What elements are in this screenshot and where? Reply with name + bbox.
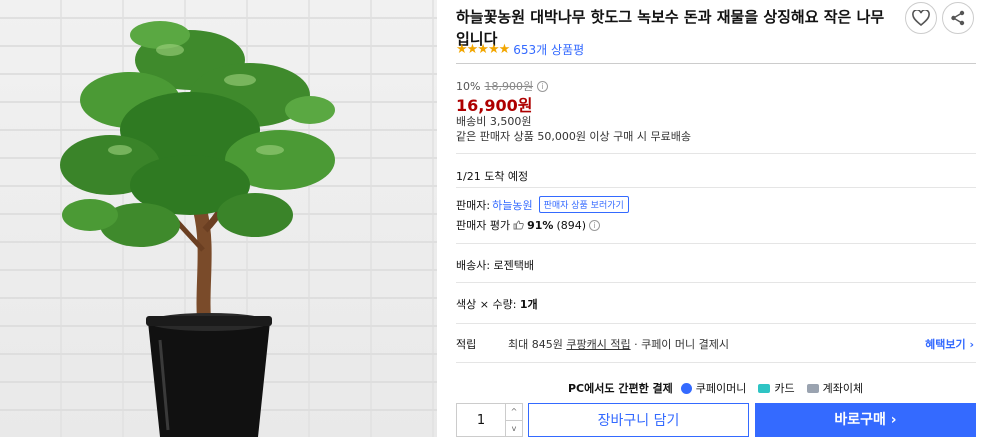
rating-stars: ★★★★★ [456, 42, 510, 57]
seller-row: 판매자: 하늘농원 판매자 상품 보러가기 [456, 196, 629, 213]
share-icon [951, 10, 965, 26]
easy-pay-label: PC에서도 간편한 결제 [568, 382, 673, 395]
option-row: 색상 × 수량: 1개 [456, 296, 538, 312]
delivery-company: 배송사: 로젠택배 [456, 259, 535, 272]
seller-products-button[interactable]: 판매자 상품 보러가기 [538, 196, 629, 213]
quantity-arrows: ^ v [505, 404, 522, 436]
seller-score-row: 판매자 평가 91% (894) i [456, 217, 601, 233]
option-value: 1개 [519, 298, 538, 311]
quantity-down-button[interactable]: v [506, 421, 522, 437]
info-icon[interactable]: i [537, 80, 549, 92]
quantity-stepper[interactable]: 1 ^ v [456, 403, 523, 437]
divider [456, 243, 976, 244]
share-button[interactable] [942, 2, 974, 34]
divider [456, 187, 976, 188]
seller-name-link[interactable]: 하늘농원 [492, 197, 532, 213]
reward-label: 적립 [456, 338, 477, 351]
product-image[interactable] [0, 0, 437, 437]
divider [456, 63, 976, 64]
quantity-input[interactable]: 1 [457, 404, 505, 436]
pay-method[interactable]: 카드 [774, 380, 794, 396]
rating-row: ★★★★★ 653개 상품평 [456, 41, 584, 58]
buy-now-button[interactable]: 바로구매 › [755, 403, 976, 437]
wishlist-button[interactable] [905, 2, 937, 34]
divider [456, 362, 976, 363]
review-count-link[interactable]: 653개 상품평 [513, 41, 584, 58]
reward-row: 적립 최대 845원 쿠팡캐시 적립 · 쿠페이 머니 결제시 혜택보기 › [456, 336, 976, 352]
product-info-panel: 하늘꽃농원 대박나무 핫도그 녹보수 돈과 재물을 상징해요 작은 나무입니다 … [456, 0, 976, 437]
pay-method[interactable]: 쿠페이머니 [696, 380, 747, 396]
thumbs-up-icon [513, 220, 524, 230]
quantity-up-button[interactable]: ^ [506, 404, 522, 421]
reward-text: 최대 845원 쿠팡캐시 적립 · 쿠페이 머니 결제시 [508, 336, 729, 352]
free-shipping-note: 같은 판매자 상품 50,000원 이상 구매 시 무료배송 [456, 130, 692, 143]
product-page: 하늘꽃농원 대박나무 핫도그 녹보수 돈과 재물을 상징해요 작은 나무입니다 … [0, 0, 987, 437]
add-to-cart-button[interactable]: 장바구니 담기 [528, 403, 749, 437]
reward-prefix: 최대 845원 [508, 338, 563, 351]
reward-suffix: · 쿠페이 머니 결제시 [634, 338, 730, 351]
divider [456, 323, 976, 324]
discount-rate: 10% [456, 79, 481, 93]
divider [456, 282, 976, 283]
benefit-link[interactable]: 혜택보기 › [925, 336, 974, 352]
arrival-date: 1/21 도착 예정 [456, 170, 529, 183]
divider [456, 153, 976, 154]
card-icon [758, 383, 771, 393]
pay-method[interactable]: 계좌이체 [823, 380, 863, 396]
option-label: 색상 × 수량: [456, 298, 517, 311]
seller-score-count: (894) [556, 218, 587, 232]
seller-score-label: 판매자 평가 [456, 219, 511, 232]
easy-pay-row: PC에서도 간편한 결제 쿠페이머니 카드 계좌이체 [568, 380, 871, 396]
coupang-cash-link[interactable]: 쿠팡캐시 적립 [566, 338, 630, 351]
info-icon[interactable]: i [589, 219, 601, 231]
bank-icon [806, 383, 819, 393]
seller-score-value: 91% [527, 218, 554, 232]
coupay-icon [680, 382, 692, 394]
plant-illustration [60, 21, 335, 437]
heart-icon [912, 10, 930, 26]
shipping-fee: 배송비 3,500원 [456, 115, 532, 128]
seller-label: 판매자: [456, 198, 491, 212]
